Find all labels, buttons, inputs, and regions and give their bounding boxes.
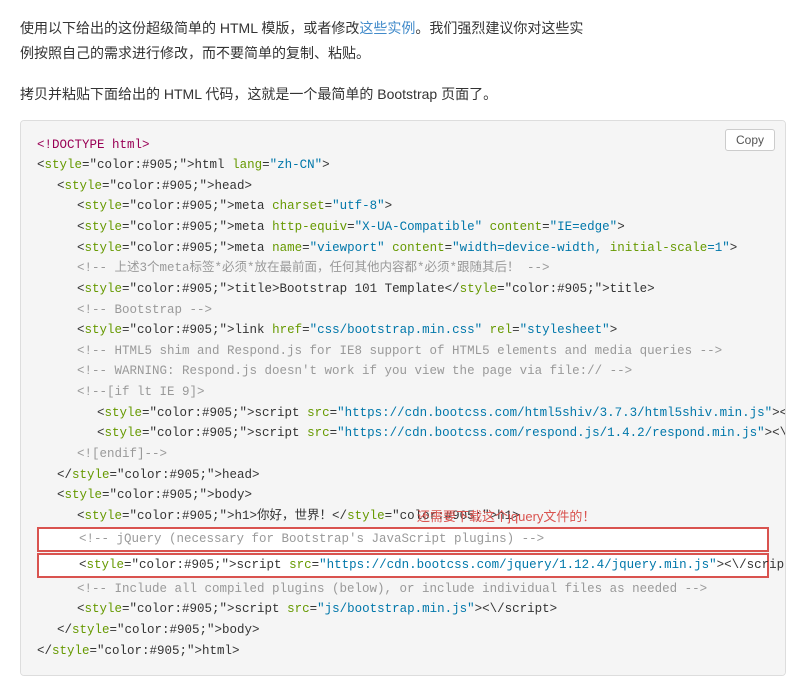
intro-text-line2: 例按照自己的需求进行修改，而不要简单的复制、粘贴。: [20, 45, 370, 61]
copy-button[interactable]: Copy: [725, 129, 775, 151]
sub-paragraph: 拷贝并粘贴下面给出的 HTML 代码，这就是一个最简单的 Bootstrap 页…: [20, 82, 786, 107]
code-container: Copy <!DOCTYPE html><style="color:#905;"…: [20, 120, 786, 677]
code-block: <!DOCTYPE html><style="color:#905;">html…: [37, 135, 769, 662]
intro-paragraph: 使用以下给出的这份超级简单的 HTML 模版，或者修改这些实例。我们强烈建议你对…: [20, 16, 786, 66]
examples-link[interactable]: 这些实例: [359, 20, 415, 36]
intro-text-after-link: 。我们强烈建议你对这些实: [415, 20, 583, 36]
intro-text-before-link: 使用以下给出的这份超级简单的 HTML 模版，或者修改: [20, 20, 359, 36]
